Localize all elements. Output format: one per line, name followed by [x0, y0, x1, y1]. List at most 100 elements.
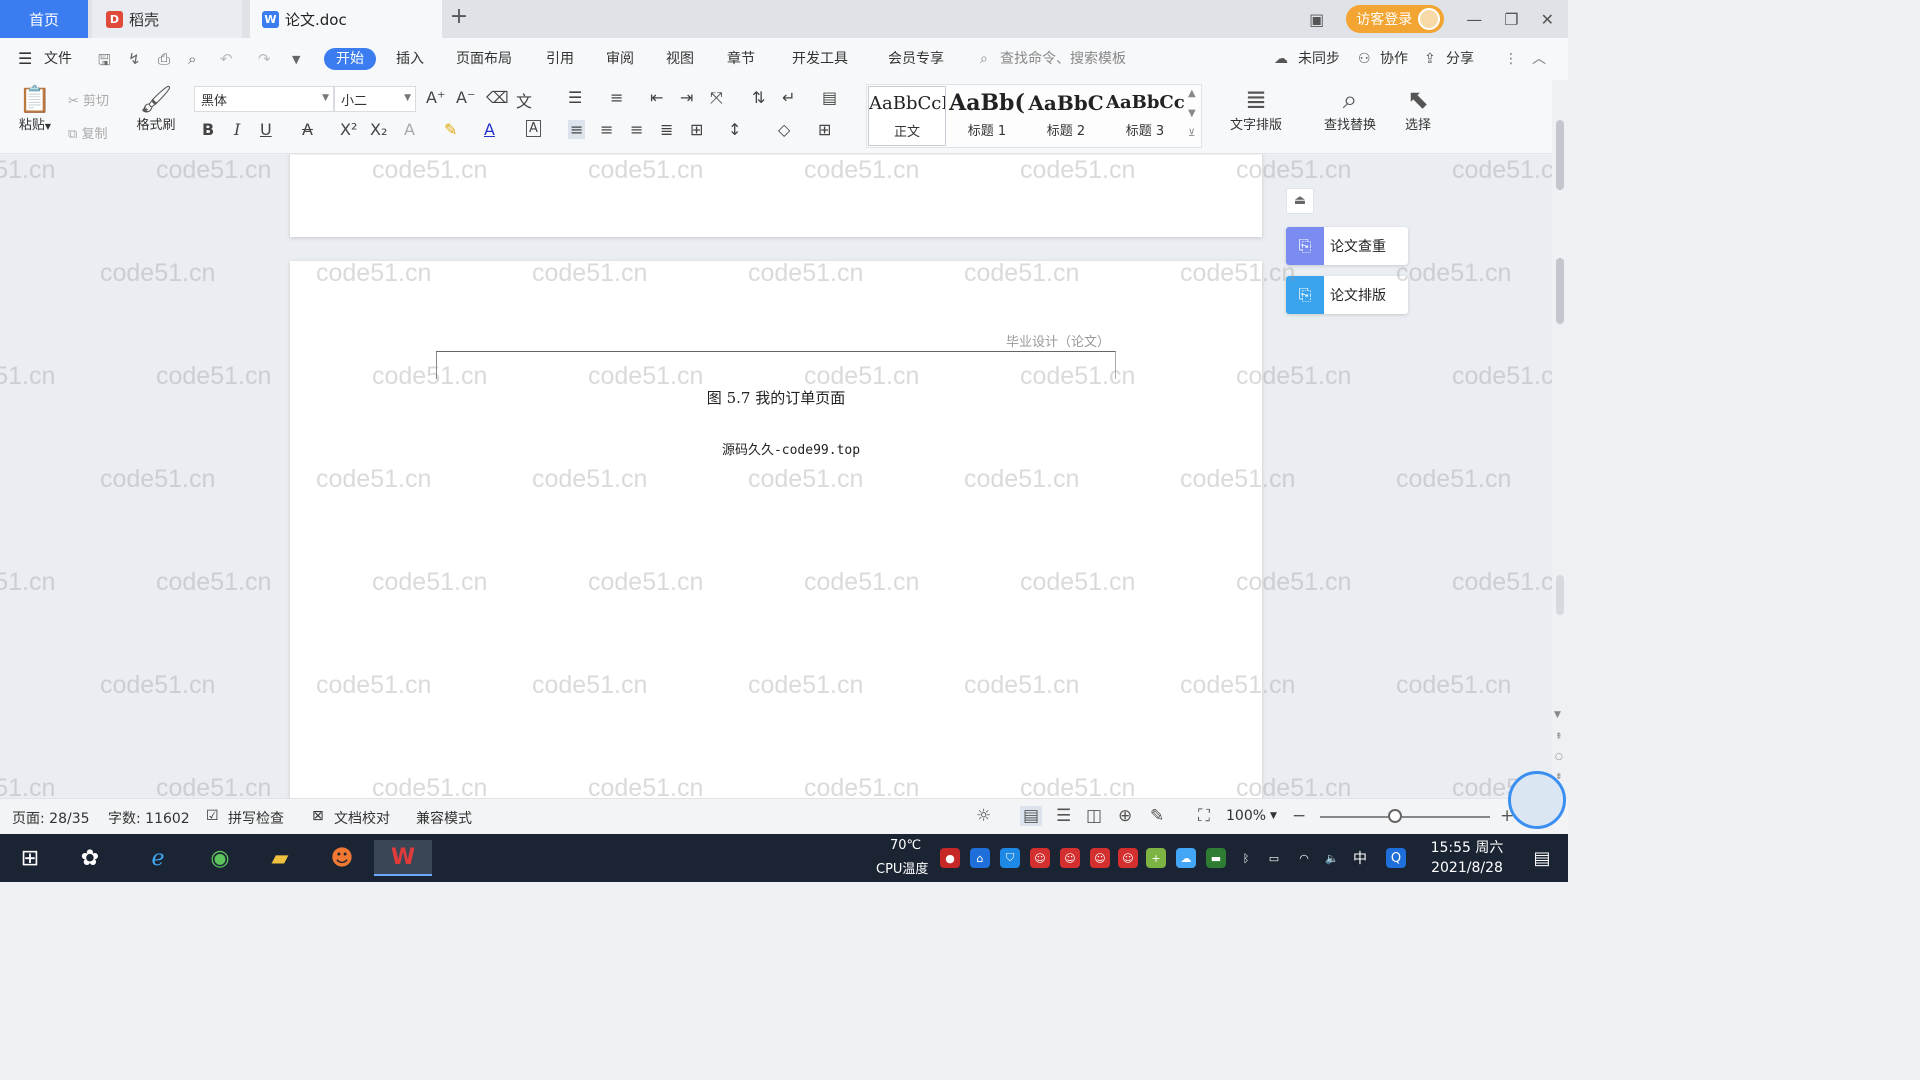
tray-gpu-icon[interactable]: ▬	[1206, 848, 1226, 868]
increase-indent-icon[interactable]: ⇥	[680, 88, 693, 107]
ruler-icon[interactable]: ▤	[822, 88, 837, 107]
fit-page-icon[interactable]: ⛶	[1198, 806, 1210, 826]
page-view-icon[interactable]: ▤	[1020, 806, 1043, 826]
style-heading-2[interactable]: AaBbC 标题 2	[1028, 86, 1104, 146]
tab-daoke[interactable]: D 稻壳	[92, 0, 242, 38]
underline-icon[interactable]: U	[260, 120, 272, 139]
align-left-icon[interactable]: ≡	[568, 120, 586, 139]
bold-icon[interactable]: B	[202, 120, 214, 139]
sort-icon[interactable]: ⇅	[752, 88, 765, 107]
decrease-indent-icon[interactable]: ⇤	[650, 88, 663, 107]
style-heading-3[interactable]: AaBbCcl 标题 3	[1106, 86, 1184, 146]
chinese-layout-icon[interactable]: ⤧	[710, 88, 723, 108]
justify-icon[interactable]: ≣	[660, 120, 673, 139]
tray-qq-icon-4[interactable]: ☺	[1118, 848, 1138, 868]
superscript-icon[interactable]: X²	[340, 120, 357, 139]
zoom-slider[interactable]	[1320, 816, 1490, 818]
line-spacing-icon[interactable]: ↕	[728, 120, 741, 139]
zoom-out-icon[interactable]: −	[1292, 806, 1306, 826]
ime-indicator[interactable]: 中	[1350, 848, 1370, 868]
tray-qq-icon-2[interactable]: ☺	[1060, 848, 1080, 868]
sync-status[interactable]: 未同步	[1298, 48, 1340, 70]
phonetic-guide-icon[interactable]: 文	[516, 88, 532, 112]
style-scroll-up-icon[interactable]: ▲	[1188, 88, 1196, 99]
new-tab-button[interactable]: +	[448, 4, 470, 32]
font-color-icon[interactable]: A	[484, 120, 495, 139]
tab-home[interactable]: 首页	[0, 0, 88, 38]
file-explorer-icon[interactable]: ▰	[258, 840, 302, 876]
share-button[interactable]: 分享	[1446, 48, 1474, 70]
scrollbar-thumb-top[interactable]	[1556, 120, 1564, 190]
italic-icon[interactable]: I	[234, 120, 240, 139]
current-page[interactable]: 毕业设计（论文） 图 5.7 我的订单页面 源码久久-code99.top	[290, 261, 1262, 798]
source-text[interactable]: 源码久久-code99.top	[290, 439, 1292, 458]
tray-network-icon[interactable]: ⌂	[970, 848, 990, 868]
font-name-select[interactable]: 黑体 ▼	[194, 86, 334, 112]
scroll-down-icon[interactable]: ▼	[1554, 710, 1561, 720]
zoom-slider-handle[interactable]	[1387, 809, 1402, 823]
vertical-scrollbar[interactable]: ▼ ⇞ ○ ⇟	[1552, 80, 1568, 798]
style-heading-1[interactable]: AaBb( 标题 1	[948, 86, 1026, 146]
export-icon[interactable]: ↯	[128, 50, 141, 68]
command-search-input[interactable]: 查找命令、搜索模板	[1000, 48, 1126, 70]
reading-view-icon[interactable]: ◫	[1086, 806, 1102, 826]
write-mode-icon[interactable]: ✎	[1150, 806, 1164, 826]
layout-icon[interactable]: ▣	[1309, 10, 1324, 29]
font-size-select[interactable]: 小二 ▼	[334, 86, 416, 112]
scrollbar-marker[interactable]	[1556, 575, 1564, 615]
volume-icon[interactable]: 🔈	[1322, 848, 1342, 868]
style-scroll-down-icon[interactable]: ▼	[1188, 108, 1196, 119]
text-effect-icon[interactable]: A	[404, 120, 415, 139]
tray-shield-icon[interactable]: ⛉	[1000, 848, 1020, 868]
spell-check-button[interactable]: 拼写检查	[228, 808, 284, 828]
eye-protection-icon[interactable]: ☼	[976, 806, 991, 826]
menu-page-layout[interactable]: 页面布局	[456, 48, 512, 70]
battery-icon[interactable]: ▭	[1264, 848, 1284, 868]
zoom-dropdown-icon[interactable]: ▼	[1270, 811, 1277, 821]
format-painter-button[interactable]: 🖌 格式刷	[132, 86, 180, 133]
distributed-icon[interactable]: ⊞	[690, 120, 703, 139]
system-clock[interactable]: 15:55 周六 2021/8/28	[1420, 838, 1514, 878]
shrink-font-icon[interactable]: A⁻	[456, 88, 475, 107]
internet-explorer-icon[interactable]: ℯ	[136, 840, 180, 876]
undo-icon[interactable]: ↶	[220, 50, 233, 68]
strikethrough-icon[interactable]: A	[302, 120, 313, 139]
numbered-list-icon[interactable]: ≡	[610, 88, 623, 107]
app-mascot-icon[interactable]: ☻	[320, 840, 364, 876]
browser-360-icon[interactable]: ◉	[198, 840, 242, 876]
restore-icon[interactable]: ❐	[1504, 10, 1518, 29]
char-border-icon[interactable]: A	[526, 120, 541, 137]
page-indicator[interactable]: 页面: 28/35	[12, 808, 90, 828]
select-button[interactable]: ⬉ 选择	[1396, 86, 1440, 133]
menu-developer[interactable]: 开发工具	[792, 48, 848, 70]
prev-page-icon[interactable]: ⇞	[1555, 732, 1563, 742]
outline-view-icon[interactable]: ☰	[1056, 806, 1071, 826]
tray-cloud-icon[interactable]: ☁	[1176, 848, 1196, 868]
more-icon[interactable]: ⋮	[1504, 48, 1518, 70]
close-icon[interactable]: ✕	[1541, 10, 1554, 29]
print-preview-icon[interactable]: ⌕	[188, 50, 196, 68]
menu-view[interactable]: 视图	[666, 48, 694, 70]
shading-icon[interactable]: ◇	[778, 120, 790, 139]
menu-start[interactable]: 开始	[324, 48, 376, 70]
select-browse-icon[interactable]: ○	[1555, 752, 1563, 762]
thesis-format-button[interactable]: ⎘ 论文排版	[1286, 276, 1408, 314]
app-pinwheel-icon[interactable]: ✿	[68, 840, 112, 876]
tray-plus-icon[interactable]: +	[1146, 848, 1166, 868]
text-layout-button[interactable]: ≣ 文字排版	[1220, 86, 1292, 133]
menu-file[interactable]: 文件	[44, 48, 72, 70]
doc-proof-button[interactable]: 文档校对	[334, 808, 390, 828]
print-icon[interactable]: ⎙	[158, 50, 170, 68]
subscript-icon[interactable]: X₂	[370, 120, 387, 139]
word-count[interactable]: 字数: 11602	[108, 808, 190, 828]
align-right-icon[interactable]: ≡	[630, 120, 643, 139]
search-q-icon[interactable]: Q	[1386, 848, 1406, 868]
cut-button[interactable]: ✂ 剪切	[68, 90, 109, 109]
guest-login-button[interactable]: 访客登录	[1346, 5, 1445, 33]
tab-document[interactable]: W 论文.doc	[250, 0, 442, 38]
minimize-icon[interactable]: —	[1466, 10, 1482, 29]
notification-center-icon[interactable]: ▤	[1520, 840, 1564, 876]
scrollbar-thumb[interactable]	[1556, 258, 1564, 324]
collapse-ribbon-icon[interactable]: ︿	[1532, 48, 1546, 70]
assistant-avatar[interactable]	[1508, 771, 1566, 829]
